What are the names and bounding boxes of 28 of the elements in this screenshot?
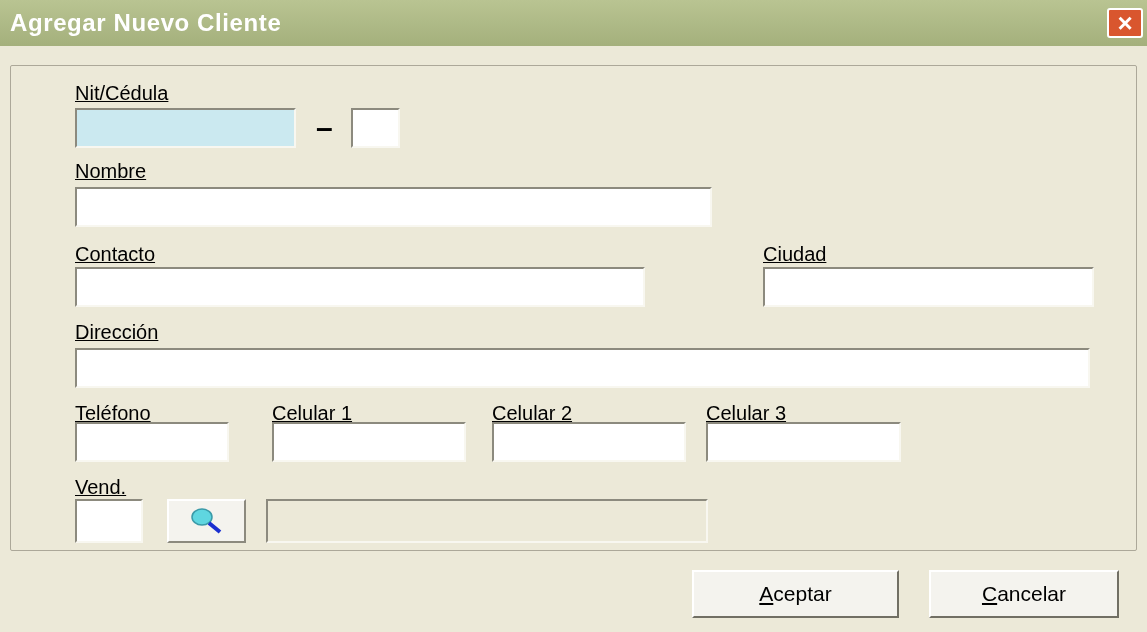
phone-input[interactable] [492,422,686,462]
field-label: Celular 3 [706,402,788,424]
field-label: Vend. [75,476,127,498]
contact-input[interactable] [75,267,645,307]
dialog-button[interactable]: Cancelar [929,570,1119,618]
field-label: Teléfono [75,402,152,424]
address-input[interactable] [75,348,1090,388]
phone-input[interactable] [75,422,229,462]
search-button[interactable] [167,499,246,543]
dialog-button[interactable]: Aceptar [692,570,899,618]
field-label: Celular 1 [272,402,354,424]
phone-input[interactable] [706,422,901,462]
field-label: Celular 2 [492,402,574,424]
check-digit-input[interactable] [350,108,400,148]
seller-code-input[interactable] [75,499,143,543]
field-label: Dirección [75,321,159,343]
nit-input[interactable] [75,108,296,148]
name-input[interactable] [75,187,712,227]
field-label: Nombre [75,160,147,182]
city-input[interactable] [763,267,1094,307]
separator-dash: – [316,113,333,143]
window-title: Agregar Nuevo Cliente [10,8,282,38]
field-label: Ciudad [763,243,828,265]
close-button[interactable]: × [1107,8,1143,38]
field-label: Nit/Cédula [75,82,170,104]
field-label: Contacto [75,243,157,265]
phone-input[interactable] [272,422,466,462]
search-icon [189,507,224,535]
